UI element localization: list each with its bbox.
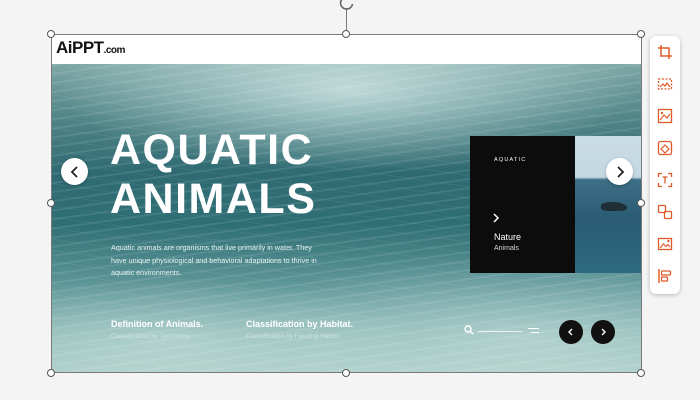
card-tag: AQUATIC <box>494 157 527 163</box>
replace-image-icon <box>657 78 673 90</box>
logo-domain: .com <box>103 45 126 56</box>
replace-image-button[interactable] <box>655 74 675 94</box>
search-icon <box>464 325 474 335</box>
next-slide-button-dark[interactable] <box>591 320 615 344</box>
resize-handle-top-right[interactable] <box>637 30 645 38</box>
image-adjust-button[interactable] <box>655 106 675 126</box>
resize-handle-left[interactable] <box>47 199 55 207</box>
rotate-handle[interactable] <box>338 0 356 17</box>
logo-text: AiPPT <box>56 38 104 57</box>
resize-handle-right[interactable] <box>637 199 645 207</box>
menu-lines-icon <box>528 328 539 333</box>
crop-icon <box>658 45 672 59</box>
slide[interactable]: AiPPT.com AQUATIC ANIMALS Aquatic animal… <box>52 34 642 373</box>
card-subtitle: Animals <box>494 245 519 252</box>
editor-canvas: AiPPT.com AQUATIC ANIMALS Aquatic animal… <box>0 0 700 400</box>
prev-slide-button-dark[interactable] <box>559 320 583 344</box>
search-bar-graphic <box>464 325 544 337</box>
resize-handle-top-left[interactable] <box>47 30 55 38</box>
rotate-icon <box>339 0 354 10</box>
info-heading: Classification by Habitat. <box>246 319 354 329</box>
chevron-right-icon <box>493 213 500 223</box>
chevron-right-icon <box>616 165 624 178</box>
resize-handle-bottom-right[interactable] <box>637 369 645 377</box>
info-subtext: Classification by Taxonomy. <box>111 333 191 340</box>
rock-shape <box>601 202 627 211</box>
slide-description[interactable]: Aquatic animals are organisms that live … <box>111 242 326 280</box>
info-block-right[interactable]: Classification by Habitat. Classificatio… <box>246 319 353 340</box>
chevron-left-icon <box>70 165 78 178</box>
info-subtext: Classification by Feeding Habits. <box>246 333 341 340</box>
image-edit-button[interactable] <box>655 234 675 254</box>
card-text-panel: AQUATIC Nature Animals <box>470 136 575 273</box>
resize-handle-bottom-left[interactable] <box>47 369 55 377</box>
feature-card[interactable]: AQUATIC Nature Animals <box>470 136 642 273</box>
logo: AiPPT.com <box>56 38 125 58</box>
remove-background-icon <box>657 140 673 156</box>
chevron-left-icon <box>568 328 573 336</box>
align-layout-button[interactable] <box>655 266 675 286</box>
slide-title[interactable]: AQUATIC ANIMALS <box>110 126 350 224</box>
search-underline <box>478 331 522 332</box>
slide-title-line2: ANIMALS <box>110 175 317 223</box>
chevron-right-icon <box>601 328 606 336</box>
info-block-left[interactable]: Definition of Animals. Classification by… <box>111 319 203 340</box>
swap-icon <box>657 204 673 220</box>
ocr-text-button[interactable] <box>655 170 675 190</box>
crop-button[interactable] <box>655 42 675 62</box>
ocr-text-icon <box>657 172 673 188</box>
card-sea-image <box>575 136 642 273</box>
swap-button[interactable] <box>655 202 675 222</box>
image-toolbar <box>650 36 680 294</box>
image-adjust-icon <box>657 108 673 124</box>
info-heading: Definition of Animals. <box>111 319 204 329</box>
remove-background-button[interactable] <box>655 138 675 158</box>
slide-prev-button[interactable] <box>61 158 88 185</box>
slide-title-line1: AQUATIC <box>110 126 314 174</box>
resize-handle-top[interactable] <box>342 30 350 38</box>
image-edit-icon <box>657 237 673 251</box>
resize-handle-bottom[interactable] <box>342 369 350 377</box>
slide-next-button[interactable] <box>606 158 633 185</box>
card-title: Nature <box>494 232 522 242</box>
align-layout-icon <box>658 269 672 283</box>
